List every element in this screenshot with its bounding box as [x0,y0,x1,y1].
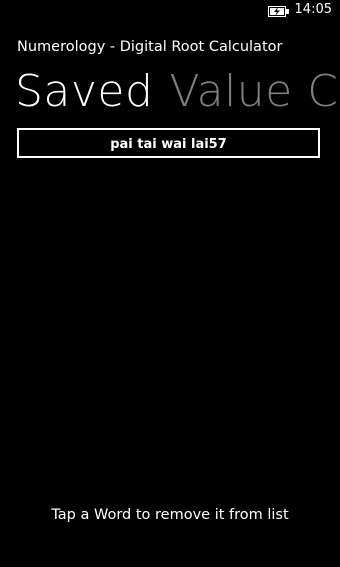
pivot-headers: Saved Value Ch [15,64,340,120]
battery-charging-icon [268,6,289,17]
pivot-header-value-chart[interactable]: Value Ch [169,64,340,120]
hint-text: Tap a Word to remove it from list [51,507,289,523]
pivot-header-saved[interactable]: Saved [15,64,153,120]
app-title: Numerology - Digital Root Calculator [17,39,283,55]
status-clock: 14:05 [294,2,332,17]
status-bar: 14:05 [0,0,340,22]
saved-word-button[interactable]: pai tai wai lai57 [17,128,320,158]
